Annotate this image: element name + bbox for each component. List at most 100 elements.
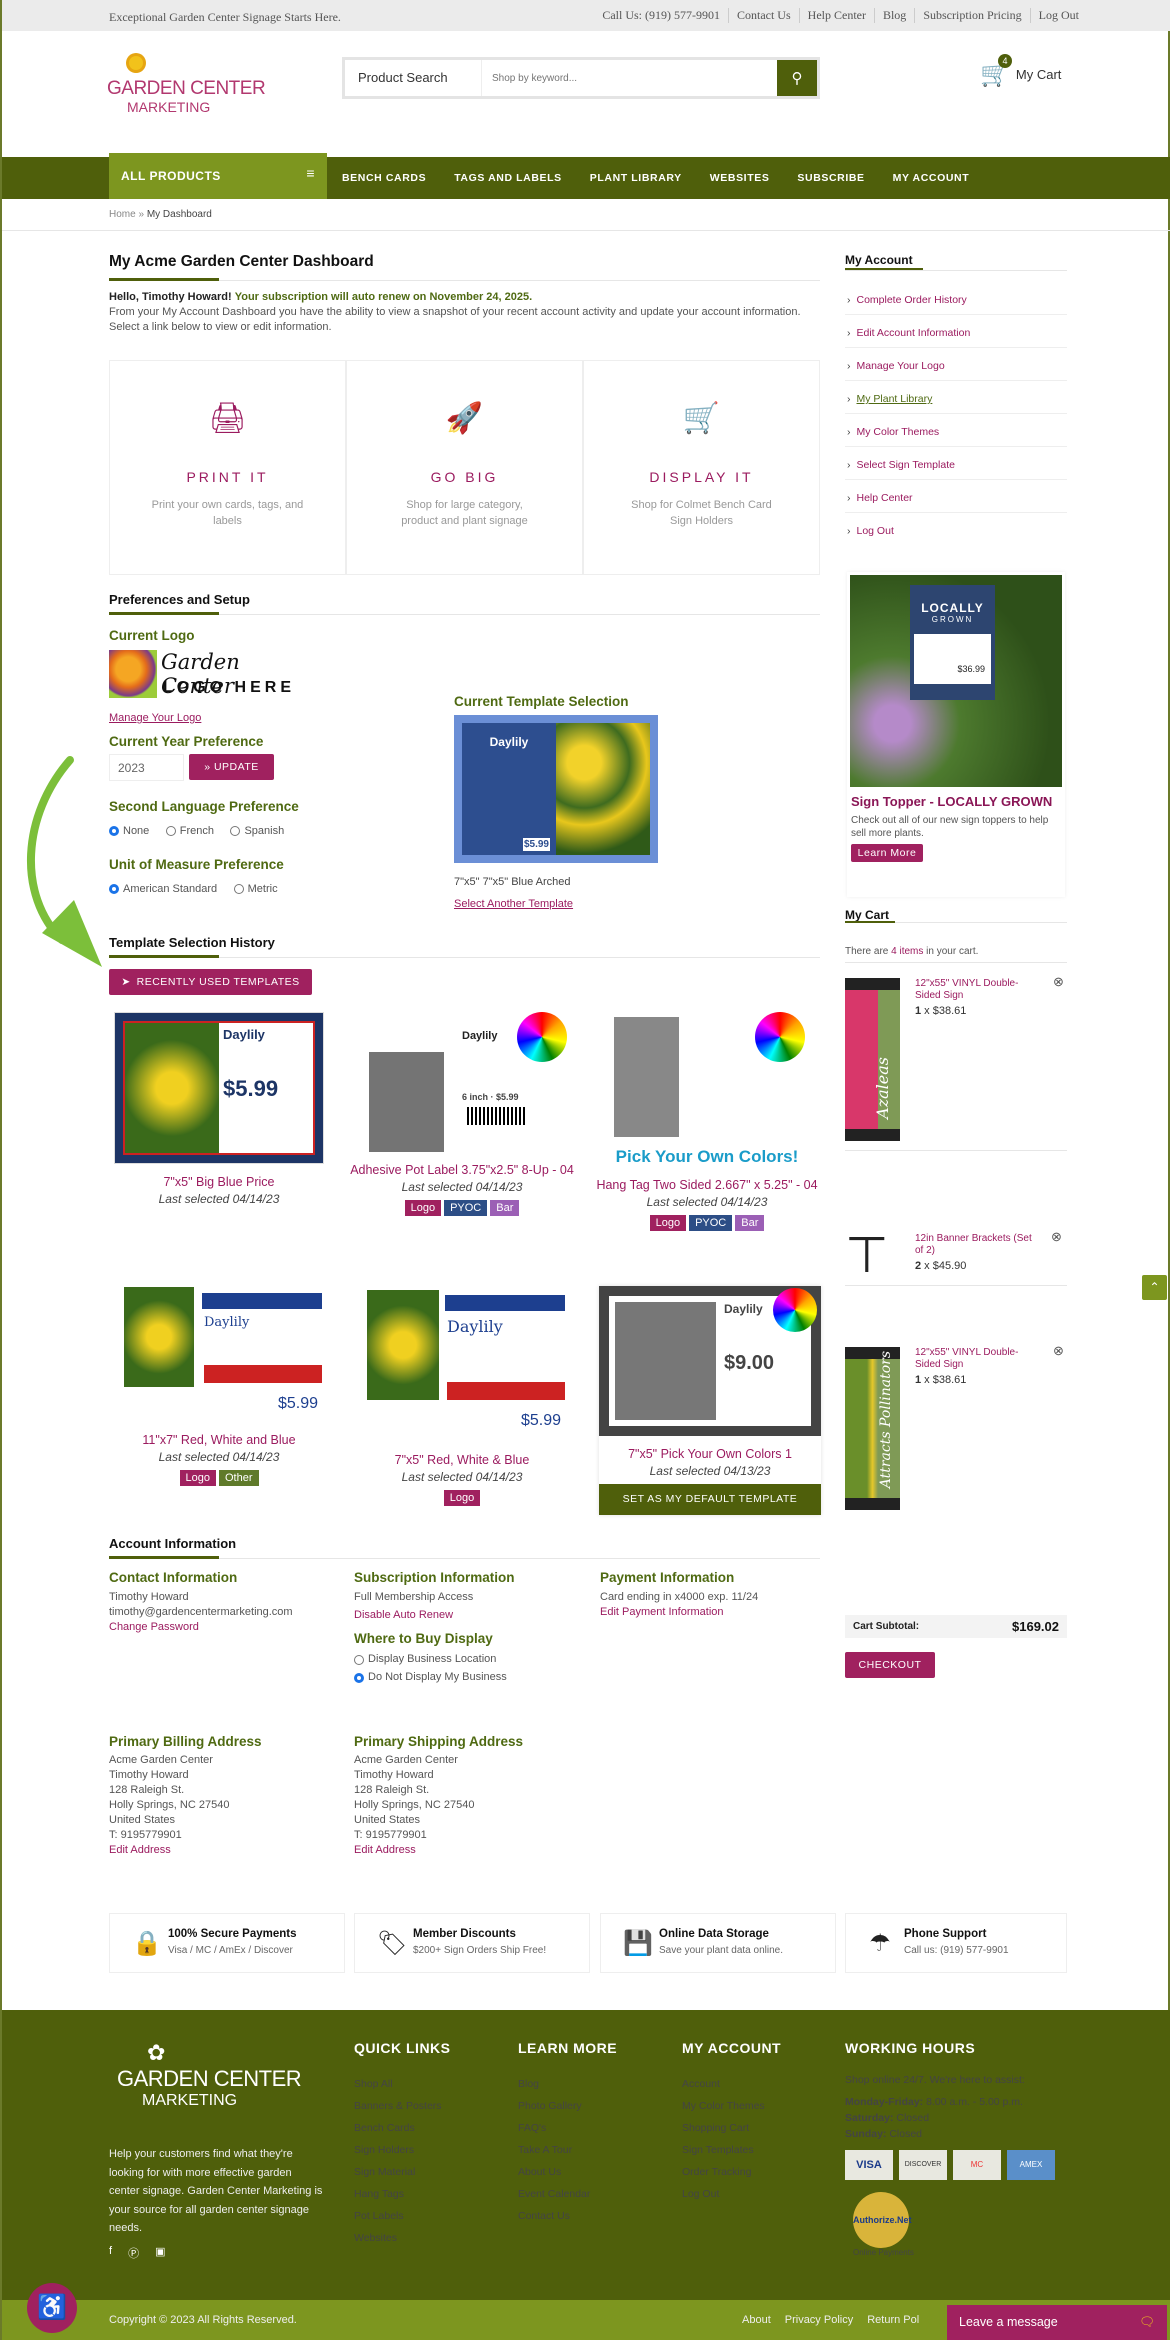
edit-payment-link[interactable]: Edit Payment Information — [600, 1606, 724, 1618]
radio-display-business[interactable]: Display Business Location — [354, 1652, 582, 1667]
footer-logo[interactable]: ✿ GARDEN CENTER MARKETING — [117, 2040, 317, 2110]
cart-item-image[interactable]: Azaleas — [845, 978, 900, 1141]
help-center-link[interactable]: Help Center — [798, 8, 874, 23]
nav-bench-cards[interactable]: BENCH CARDS — [342, 172, 426, 184]
facebook-icon[interactable]: f — [109, 2245, 112, 2261]
footer-link[interactable]: Account — [682, 2078, 781, 2090]
footer-link[interactable]: Sign Templates — [682, 2144, 781, 2156]
select-another-template-link[interactable]: Select Another Template — [454, 898, 573, 910]
template-thumbnail[interactable]: Daylily $5.99 — [114, 1012, 324, 1164]
template-item[interactable]: Pick Your Own Colors! Hang Tag Two Sided… — [592, 1012, 822, 1231]
set-default-template-button[interactable]: SET AS MY DEFAULT TEMPLATE — [599, 1484, 821, 1515]
learn-more-button[interactable]: Learn More — [851, 844, 923, 862]
edit-shipping-address-link[interactable]: Edit Address — [354, 1844, 416, 1856]
nav-my-account[interactable]: MY ACCOUNT — [893, 172, 970, 184]
template-name[interactable]: Hang Tag Two Sided 2.667" x 5.25" - 04 — [592, 1175, 822, 1195]
sidebar-item-manage-logo[interactable]: › Manage Your Logo — [845, 348, 1067, 381]
search-input[interactable] — [482, 60, 777, 96]
nav-tags-and-labels[interactable]: TAGS AND LABELS — [454, 172, 562, 184]
sidebar-item-plant-library[interactable]: › My Plant Library — [845, 381, 1067, 414]
footer-link[interactable]: Bench Cards — [354, 2122, 451, 2134]
print-it-card[interactable]: 🖨 PRINT IT Print your own cards, tags, and… — [109, 360, 346, 575]
cart-item-name[interactable]: 12in Banner Brackets (Set of 2) — [915, 1233, 1040, 1257]
footer-link[interactable]: Take A Tour — [518, 2144, 617, 2156]
cart-item-name[interactable]: 12"x55" VINYL Double-Sided Sign — [915, 978, 1025, 1002]
return-policy-link[interactable]: Return Pol — [867, 2314, 919, 2326]
update-button[interactable]: » UPDATE — [189, 754, 274, 780]
footer-link[interactable]: Contact Us — [518, 2210, 617, 2222]
footer-link[interactable]: Websites — [354, 2232, 451, 2244]
radio-metric[interactable]: Metric — [233, 883, 278, 895]
all-products-menu[interactable]: ALL PRODUCTS ≡ — [109, 153, 327, 199]
template-item-current[interactable]: Daylily $9.00 7"x5" Pick Your Own Colors … — [599, 1286, 821, 1515]
call-us-link[interactable]: Call Us: (919) 577-9901 — [594, 8, 728, 23]
sidebar-item-color-themes[interactable]: › My Color Themes — [845, 414, 1067, 447]
footer-link[interactable]: Order Tracking — [682, 2166, 781, 2178]
display-it-card[interactable]: 🛒 DISPLAY IT Shop for Colmet Bench Card Si… — [583, 360, 820, 575]
template-name[interactable]: 7"x5" Pick Your Own Colors 1 — [599, 1444, 821, 1464]
footer-link[interactable]: Shop All — [354, 2078, 451, 2090]
current-template-preview[interactable]: Daylily $5.99 — [454, 715, 658, 863]
footer-link[interactable]: Hang Tags — [354, 2188, 451, 2200]
template-item[interactable]: Daylily 6 inch · $5.99 Adhesive Pot Label… — [347, 1012, 577, 1216]
authorize-net-badge[interactable]: Authorize.Net — [853, 2192, 912, 2248]
contact-us-link[interactable]: Contact Us — [727, 8, 799, 23]
nav-websites[interactable]: WEBSITES — [710, 172, 770, 184]
cart-link[interactable]: 🛒 4 My Cart — [980, 54, 1061, 89]
edit-billing-address-link[interactable]: Edit Address — [109, 1844, 171, 1856]
footer-link[interactable]: My Color Themes — [682, 2100, 781, 2112]
accessibility-button[interactable]: ♿ — [27, 2283, 77, 2333]
scroll-to-top-button[interactable]: ⌃ — [1142, 1275, 1167, 1300]
cart-item-name[interactable]: 12"x55" VINYL Double-Sided Sign — [915, 1347, 1025, 1371]
radio-spanish[interactable]: Spanish — [230, 825, 284, 837]
subscription-pricing-link[interactable]: Subscription Pricing — [914, 8, 1029, 23]
radio-none[interactable]: None — [109, 825, 149, 837]
disable-auto-renew-link[interactable]: Disable Auto Renew — [354, 1608, 594, 1623]
template-thumbnail[interactable]: Daylily $5.99 — [357, 1287, 567, 1442]
footer-link[interactable]: Event Calendar — [518, 2188, 617, 2200]
site-logo[interactable]: GARDEN CENTER MARKETING — [107, 52, 277, 127]
change-password-link[interactable]: Change Password — [109, 1621, 199, 1633]
promo-image[interactable]: LOCALLY GROWN $36.99 — [850, 575, 1062, 787]
footer-link[interactable]: Pot Labels — [354, 2210, 451, 2222]
sidebar-item-edit-account[interactable]: › Edit Account Information — [845, 315, 1067, 348]
footer-link[interactable]: Banners & Posters — [354, 2100, 451, 2112]
template-thumbnail[interactable]: Daylily 6 inch · $5.99 — [357, 1012, 567, 1152]
pinterest-icon[interactable]: Ⓟ — [128, 2245, 139, 2261]
template-name[interactable]: 7"x5" Red, White & Blue — [347, 1450, 577, 1470]
template-name[interactable]: Adhesive Pot Label 3.75"x2.5" 8-Up - 04 — [347, 1160, 577, 1180]
nav-plant-library[interactable]: PLANT LIBRARY — [590, 172, 682, 184]
sidebar-item-sign-template[interactable]: › Select Sign Template — [845, 447, 1067, 480]
footer-link[interactable]: FAQ's — [518, 2122, 617, 2134]
template-name[interactable]: 7"x5" Big Blue Price — [104, 1172, 334, 1192]
template-thumbnail[interactable]: Daylily $9.00 — [599, 1286, 821, 1436]
template-name[interactable]: 11"x7" Red, White and Blue — [104, 1430, 334, 1450]
radio-french[interactable]: French — [165, 825, 214, 837]
about-link[interactable]: About — [742, 2314, 771, 2326]
blog-link[interactable]: Blog — [873, 8, 914, 23]
year-input[interactable] — [109, 754, 184, 781]
radio-american-standard[interactable]: American Standard — [109, 883, 217, 895]
remove-item-icon[interactable]: ⊗ — [1053, 1343, 1064, 1359]
radio-do-not-display[interactable]: Do Not Display My Business — [354, 1670, 582, 1685]
remove-item-icon[interactable]: ⊗ — [1053, 974, 1064, 990]
log-out-link[interactable]: Log Out — [1029, 8, 1087, 23]
template-item[interactable]: Daylily $5.99 7"x5" Big Blue Price Last s… — [104, 1012, 334, 1206]
checkout-button[interactable]: CHECKOUT — [845, 1652, 935, 1678]
leave-message-chat[interactable]: Leave a message 🗨 — [947, 2305, 1167, 2340]
template-item[interactable]: Daylily $5.99 7"x5" Red, White & Blue Las… — [347, 1287, 577, 1506]
search-button[interactable]: ⚲ — [777, 60, 817, 96]
breadcrumb-home[interactable]: Home — [109, 209, 136, 220]
sidebar-item-help-center[interactable]: › Help Center — [845, 480, 1067, 513]
cart-item-image[interactable]: Attracts Pollinators — [845, 1347, 900, 1510]
go-big-card[interactable]: 🚀 GO BIG Shop for large category, product … — [346, 360, 583, 575]
template-item[interactable]: Daylily $5.99 11"x7" Red, White and Blue … — [104, 1287, 334, 1486]
recently-used-templates-button[interactable]: ➤ RECENTLY USED TEMPLATES — [109, 969, 312, 995]
sidebar-item-order-history[interactable]: › Complete Order History — [845, 282, 1067, 315]
footer-link[interactable]: Sign Material — [354, 2166, 451, 2178]
instagram-icon[interactable]: ▣ — [155, 2245, 165, 2261]
privacy-policy-link[interactable]: Privacy Policy — [785, 2314, 853, 2326]
template-thumbnail[interactable]: Pick Your Own Colors! — [609, 1012, 805, 1167]
footer-link[interactable]: Shopping Cart — [682, 2122, 781, 2134]
footer-link[interactable]: Photo Gallery — [518, 2100, 617, 2112]
